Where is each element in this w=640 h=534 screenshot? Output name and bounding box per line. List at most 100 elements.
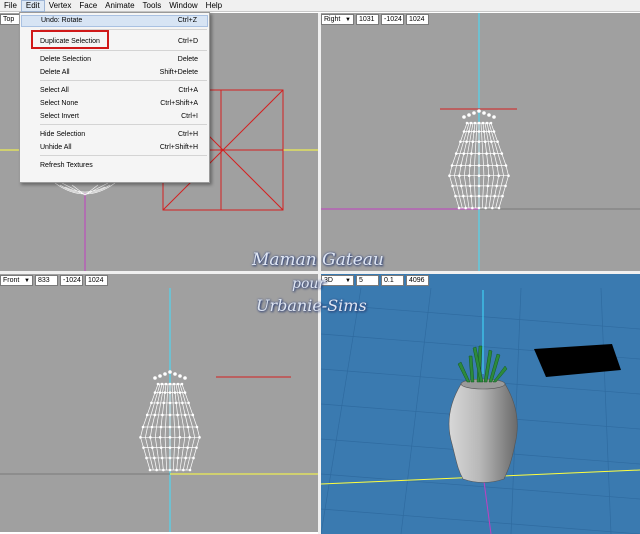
coord-field-1[interactable]: 833 — [35, 274, 58, 286]
menu-item-select-all[interactable]: Select All Ctrl+A — [21, 85, 208, 97]
vertex-point — [168, 436, 172, 439]
coord-field-3[interactable]: 1024 — [85, 274, 108, 286]
vertex-point — [451, 184, 454, 188]
vertex-point — [497, 174, 500, 177]
menu-item-delete-selection[interactable]: Delete Selection Delete — [21, 54, 208, 66]
coord-field-3[interactable]: 4096 — [406, 274, 429, 286]
vertex-point — [183, 413, 187, 417]
perspective-canvas[interactable] — [321, 274, 640, 534]
menu-edit[interactable]: Edit — [20, 0, 45, 12]
vertex-point — [156, 382, 160, 386]
menu-item-shortcut: Delete — [177, 56, 198, 63]
menu-separator — [40, 29, 207, 30]
coord-field-3[interactable]: 1024 — [406, 13, 429, 25]
vertex-point — [174, 401, 178, 405]
menu-separator — [40, 50, 207, 51]
vertex-point — [504, 164, 508, 167]
view-select-front[interactable]: Front ▼ — [0, 274, 33, 286]
vertex-point — [149, 436, 152, 439]
menu-item-hide-selection[interactable]: Hide Selection Ctrl+H — [21, 129, 208, 141]
vertex-point — [507, 174, 510, 177]
vertex-point — [493, 194, 496, 198]
vertex-point — [492, 152, 496, 155]
vertex-point — [501, 194, 504, 198]
vase-body — [448, 383, 518, 483]
vertex-point — [184, 456, 187, 460]
vertex-point — [186, 425, 190, 429]
vertex-point — [471, 140, 475, 143]
vertex-point — [481, 121, 485, 125]
view-select-3d[interactable]: 3D ▼ — [321, 274, 354, 286]
chevron-down-icon: ▼ — [345, 277, 351, 284]
vertex-point — [181, 401, 184, 405]
shadow-plane — [534, 344, 621, 377]
menu-item-undo-rotate[interactable]: Undo: Rotate Ctrl+Z — [21, 15, 208, 27]
vertex-point — [164, 382, 168, 386]
view-select-right[interactable]: Right ▼ — [321, 13, 354, 25]
vertex-point — [162, 401, 166, 405]
menu-item-unhide-all[interactable]: Unhide All Ctrl+Shift+H — [21, 142, 208, 154]
menu-item-shortcut: Ctrl+H — [177, 131, 198, 138]
menu-item-duplicate-selection[interactable]: Duplicate Selection Ctrl+D — [21, 36, 208, 48]
menu-separator — [40, 124, 207, 125]
vertex-point — [188, 436, 191, 439]
viewport-toolbar-front: Front ▼ 833 -1024 1024 — [0, 274, 108, 286]
menu-item-label: Hide Selection — [40, 131, 86, 138]
menu-item-shortcut: Shift+Delete — [159, 69, 198, 76]
viewport-right[interactable]: Right ▼ 1031 -1024 1024 — [321, 13, 640, 271]
menu-vertex[interactable]: Vertex — [45, 0, 76, 12]
vertex-point — [158, 391, 162, 394]
viewport-toolbar-3d: 3D ▼ 5 0.1 4096 — [321, 274, 429, 286]
vertex-point — [448, 174, 451, 177]
vertex-point — [178, 391, 182, 394]
menu-item-label: Refresh Textures — [40, 162, 93, 169]
vertex-point — [487, 174, 491, 177]
vertex-point — [473, 121, 477, 125]
vertex-point — [471, 206, 474, 210]
vertex-point — [477, 121, 481, 125]
coord-field-2[interactable]: -1024 — [381, 13, 404, 25]
vertex-point — [457, 206, 461, 210]
vertex-point — [472, 111, 476, 115]
vertex-point — [454, 152, 458, 155]
menu-item-label: Delete Selection — [40, 56, 91, 63]
coord-field-1[interactable]: 1031 — [356, 13, 379, 25]
vertex-point — [486, 184, 490, 188]
coord-field-1[interactable]: 5 — [356, 274, 379, 286]
menu-face[interactable]: Face — [75, 0, 101, 12]
menu-item-select-invert[interactable]: Select Invert Ctrl+I — [21, 111, 208, 123]
coord-field-2[interactable]: -1024 — [60, 274, 83, 286]
right-view-canvas[interactable] — [321, 13, 640, 271]
vertex-point — [168, 456, 172, 460]
z-axis-line — [482, 473, 492, 534]
vertex-point — [495, 164, 499, 167]
menu-tools[interactable]: Tools — [139, 0, 166, 12]
vertex-point — [450, 164, 454, 167]
chevron-down-icon: ▼ — [24, 277, 30, 284]
coord-field-2[interactable]: 0.1 — [381, 274, 404, 286]
menu-item-refresh-textures[interactable]: Refresh Textures — [21, 160, 208, 172]
vertex-point — [168, 468, 172, 472]
menu-animate[interactable]: Animate — [101, 0, 138, 12]
vertex-point — [183, 391, 187, 394]
vertex-point — [485, 194, 489, 198]
watermark-line-1: Maman Gateau — [252, 250, 384, 270]
viewport-toolbar-right: Right ▼ 1031 -1024 1024 — [321, 13, 429, 25]
vertex-point — [482, 130, 486, 133]
menu-item-select-none[interactable]: Select None Ctrl+Shift+A — [21, 98, 208, 110]
vertex-point — [472, 130, 476, 133]
vertex-point — [177, 446, 181, 449]
vertex-point — [462, 130, 466, 133]
vertex-point — [459, 140, 462, 143]
viewport-3d[interactable]: 3D ▼ 5 0.1 4096 — [321, 274, 640, 534]
vase-mesh-right — [448, 109, 510, 210]
menu-window[interactable]: Window — [165, 0, 201, 12]
vertex-point — [153, 456, 156, 460]
menu-file[interactable]: File — [0, 0, 21, 12]
menu-help[interactable]: Help — [202, 0, 226, 12]
watermark-line-2: pour — [292, 276, 326, 292]
menu-item-delete-all[interactable]: Delete All Shift+Delete — [21, 67, 208, 79]
vertex-point — [486, 164, 490, 167]
view-select-label: 3D — [324, 276, 333, 284]
vertex-point — [483, 140, 487, 143]
